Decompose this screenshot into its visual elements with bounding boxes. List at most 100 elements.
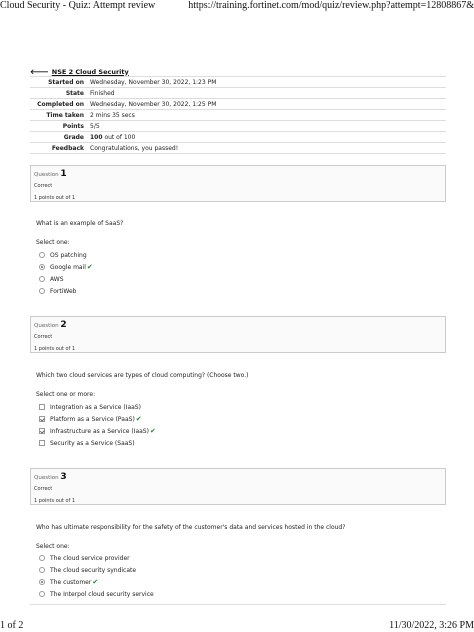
answer-label: AWS [50,275,64,283]
checkbox[interactable] [39,440,45,446]
question-label: Question [34,475,59,481]
question-state: Correct [34,486,53,492]
summary-row-started: Started on Wednesday, November 30, 2022,… [30,76,446,88]
attempt-summary-table: Started on Wednesday, November 30, 2022,… [30,76,446,154]
summary-key: Feedback [30,142,88,154]
radio-button[interactable] [39,288,45,294]
summary-value: 2 mins 35 secs [88,109,446,121]
answer-option[interactable]: Infrastructure as a Service (IaaS) ✔ [39,425,156,437]
question-number-value: 1 [60,169,67,179]
print-page-number: 1 of 2 [0,620,24,631]
print-page-url: https://training.fortinet.com/mod/quiz/r… [188,0,474,11]
checkbox[interactable] [39,404,45,410]
radio-button[interactable] [39,591,45,597]
print-header: Cloud Security - Quiz: Attempt review ht… [0,0,474,12]
question-1-text: What is an example of SaaS? [36,220,124,227]
answer-option[interactable]: Platform as a Service (PaaS) ✔ [39,413,156,425]
question-number: Question 1 [34,169,442,179]
check-icon: ✔ [135,415,142,423]
radio-button[interactable] [39,567,45,573]
divider [30,604,446,605]
summary-key: State [30,87,88,99]
question-number-value: 3 [60,472,67,482]
answer-label: The cloud service provider [50,554,130,562]
answer-label: The cloud security syndicate [50,566,137,574]
question-number: Question 3 [34,472,442,482]
grade-rest: out of 100 [102,133,136,141]
question-grade: 1 points out of 1 [34,498,76,504]
answer-option[interactable]: The cloud service provider [39,552,154,564]
answer-option[interactable]: AWS [39,273,93,285]
summary-key: Started on [30,76,88,88]
question-number-value: 2 [60,320,67,330]
question-1-answers: OS patching Google mail ✔ AWS FortiWeb [39,249,93,297]
answer-label: Infrastructure as a Service (IaaS) [50,427,149,435]
answer-label: The Interpol cloud security service [50,590,154,598]
arrow-left-icon: 🡐 [30,68,49,76]
course-back-link[interactable]: 🡐 NSE 2 Cloud Security [30,67,129,77]
radio-button[interactable] [39,579,45,585]
radio-button[interactable] [39,276,45,282]
answer-option[interactable]: Integration as a Service (IaaS) [39,401,156,413]
question-1-info: Question 1 Correct 1 points out of 1 [30,165,446,202]
summary-key: Points [30,120,88,132]
summary-row-state: State Finished [30,87,446,99]
answer-label: OS patching [50,251,87,259]
question-grade: 1 points out of 1 [34,346,76,352]
summary-row-points: Points 5/5 [30,120,446,132]
summary-key: Time taken [30,109,88,121]
summary-value: Wednesday, November 30, 2022, 1:23 PM [88,76,446,88]
radio-button[interactable] [39,264,45,270]
answer-label: Security as a Service (SaaS) [50,439,135,447]
question-2-answers: Integration as a Service (IaaS) Platform… [39,401,156,449]
checkbox[interactable] [39,416,45,422]
summary-key: Grade [30,131,88,143]
print-datetime: 11/30/2022, 3:26 PM [389,620,474,631]
question-number: Question 2 [34,320,442,330]
answer-option[interactable]: The cloud security syndicate [39,564,154,576]
answer-option[interactable]: Google mail ✔ [39,261,93,273]
question-3-text: Who has ultimate responsibility for the … [36,524,346,531]
answer-option[interactable]: The Interpol cloud security service [39,588,154,600]
answer-label: The customer [50,578,92,586]
question-3-answers: The cloud service provider The cloud sec… [39,552,154,600]
question-3-info: Question 3 Correct 1 points out of 1 [30,468,446,505]
question-grade: 1 points out of 1 [34,195,76,201]
answer-label: FortiWeb [50,287,77,295]
summary-row-completed: Completed on Wednesday, November 30, 202… [30,98,446,110]
course-link-label: NSE 2 Cloud Security [51,67,129,76]
check-icon: ✔ [86,263,93,271]
answer-option[interactable]: Security as a Service (SaaS) [39,437,156,449]
summary-value: Finished [88,87,446,99]
answer-option[interactable]: FortiWeb [39,285,93,297]
question-state: Correct [34,334,53,340]
question-label: Question [34,172,59,178]
answer-label: Google mail [50,263,86,271]
radio-button[interactable] [39,252,45,258]
check-icon: ✔ [92,578,99,586]
question-2-text: Which two cloud services are types of cl… [36,372,249,379]
radio-button[interactable] [39,555,45,561]
answer-label: Integration as a Service (IaaS) [50,403,141,411]
summary-value: 5/5 [88,120,446,132]
answer-option[interactable]: The customer ✔ [39,576,154,588]
check-icon: ✔ [149,427,156,435]
summary-value: 100 out of 100 [88,131,446,143]
summary-row-grade: Grade 100 out of 100 [30,131,446,143]
summary-value: Wednesday, November 30, 2022, 1:25 PM [88,98,446,110]
checkbox[interactable] [39,428,45,434]
summary-row-feedback: Feedback Congratulations, you passed! [30,142,446,154]
question-state: Correct [34,183,53,189]
question-2-info: Question 2 Correct 1 points out of 1 [30,316,446,353]
question-3-prompt: Select one: [36,543,70,550]
grade-score: 100 [90,133,103,141]
answer-label: Platform as a Service (PaaS) [50,415,135,423]
summary-key: Completed on [30,98,88,110]
summary-value: Congratulations, you passed! [88,142,446,154]
question-2-prompt: Select one or more: [36,391,96,398]
summary-row-time: Time taken 2 mins 35 secs [30,109,446,121]
question-label: Question [34,323,59,329]
print-footer: 1 of 2 11/30/2022, 3:26 PM [0,620,474,632]
answer-option[interactable]: OS patching [39,249,93,261]
print-page-title: Cloud Security - Quiz: Attempt review [0,0,156,11]
